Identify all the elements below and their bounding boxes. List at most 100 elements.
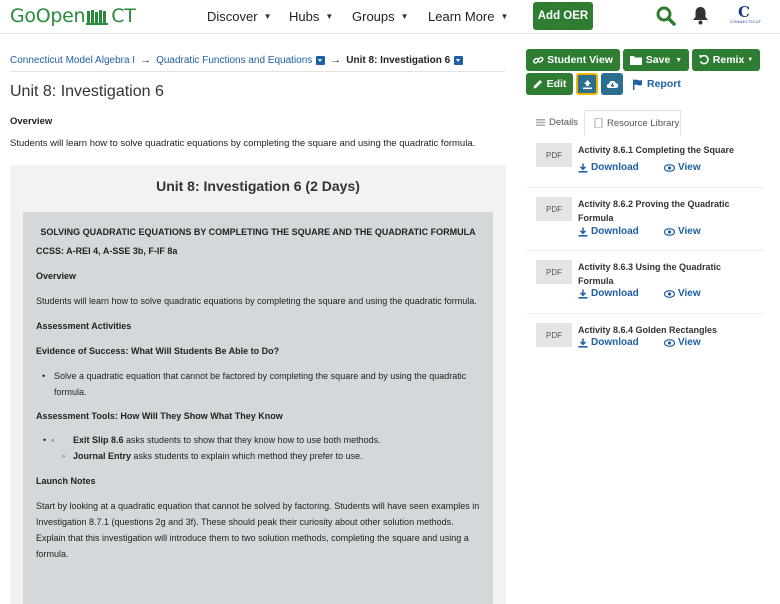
caret-down-icon: ▼	[747, 57, 754, 63]
resource-title[interactable]: Activity 8.6.1 Completing the Square	[578, 143, 758, 157]
edit-button[interactable]: Edit	[526, 73, 573, 95]
view-link[interactable]: View	[664, 337, 701, 348]
dropdown-toggle-icon[interactable]	[454, 55, 464, 65]
resource-title[interactable]: Activity 8.6.2 Proving the Quadratic For…	[578, 197, 758, 225]
download-link[interactable]: Download	[578, 337, 639, 348]
document-body: SOLVING QUADRATIC EQUATIONS BY COMPLETIN…	[23, 212, 493, 604]
view-label: View	[678, 288, 701, 299]
cloud-download-button[interactable]	[601, 73, 623, 95]
list-item: • ◦ Exit Slip 8.6 asks students to show …	[36, 432, 480, 448]
upload-icon	[582, 79, 592, 89]
save-button[interactable]: Save ▼	[623, 49, 689, 71]
view-label: View	[678, 337, 701, 348]
tool-item-bold: Exit Slip 8.6	[73, 435, 124, 445]
overview-text: Students will learn how to solve quadrat…	[10, 138, 476, 149]
download-label: Download	[591, 226, 639, 237]
logo-text-left: GoOpen	[10, 5, 86, 27]
download-link[interactable]: Download	[578, 288, 639, 299]
resource-item: PDF Activity 8.6.2 Proving the Quadratic…	[526, 188, 764, 250]
pdf-file-icon: PDF	[536, 143, 572, 167]
resource-title[interactable]: Activity 8.6.4 Golden Rectangles	[578, 323, 758, 337]
connecticut-logo[interactable]: C CONNECTICUT	[730, 3, 761, 29]
breadcrumb-link-unit[interactable]: Quadratic Functions and Equations	[156, 55, 312, 66]
student-view-button[interactable]: Student View	[526, 49, 620, 71]
page-title: Unit 8: Investigation 6	[10, 83, 164, 100]
nav-groups[interactable]: Groups ▼	[352, 9, 409, 24]
resource-item: PDF Activity 8.6.3 Using the Quadratic F…	[526, 251, 764, 313]
chevron-down-icon: ▼	[500, 12, 509, 21]
assessment-heading: Assessment Activities	[36, 321, 132, 331]
launch-text: Start by looking at a quadratic equation…	[36, 501, 480, 559]
chevron-down-icon: ▼	[400, 12, 409, 21]
overview-heading: Overview	[10, 116, 53, 127]
doc-overview-heading: Overview	[36, 271, 77, 281]
view-label: View	[678, 226, 701, 237]
goopenct-logo[interactable]: GoOpen CT	[10, 5, 136, 27]
nav-learn-more-label: Learn More	[428, 9, 495, 24]
download-label: Download	[591, 337, 639, 348]
evidence-item-text: Solve a quadratic equation that cannot b…	[54, 371, 467, 397]
download-label: Download	[591, 162, 639, 173]
report-label: Report	[647, 78, 681, 90]
breadcrumb-link-course[interactable]: Connecticut Model Algebra I	[10, 55, 135, 66]
tools-list: • ◦ Exit Slip 8.6 asks students to show …	[36, 432, 480, 464]
tool-item-exit-slip: Exit Slip 8.6 asks students to show that…	[73, 432, 381, 448]
chevron-down-icon: ▼	[263, 12, 272, 21]
tool-item-text: asks students to show that they know how…	[123, 435, 381, 445]
nav-discover-label: Discover	[207, 9, 258, 24]
pencil-icon	[533, 80, 542, 89]
ccss-line: CCSS: A-REI 4, A-SSE 3b, F-IF 8a	[36, 246, 178, 256]
dropdown-toggle-icon[interactable]	[316, 55, 326, 65]
tool-item-bold: Journal Entry	[73, 451, 132, 461]
nav-discover[interactable]: Discover ▼	[207, 9, 272, 24]
tab-details[interactable]: Details	[526, 110, 582, 134]
upload-button[interactable]	[576, 73, 598, 95]
undo-icon	[698, 55, 709, 65]
pdf-file-icon: PDF	[536, 197, 572, 221]
breadcrumb-current: Unit 8: Investigation 6	[346, 54, 451, 66]
resource-list: PDF Activity 8.6.1 Completing the Square…	[526, 134, 764, 363]
pdf-file-icon: PDF	[536, 323, 572, 347]
download-link[interactable]: Download	[578, 162, 639, 173]
launch-heading: Launch Notes	[36, 476, 96, 486]
download-link[interactable]: Download	[578, 226, 639, 237]
bell-icon[interactable]	[692, 6, 709, 28]
breadcrumb: Connecticut Model Algebra I → Quadratic …	[10, 54, 505, 66]
tab-resource-library[interactable]: Resource Library	[584, 110, 681, 135]
tab-details-label: Details	[549, 116, 579, 128]
resource-title[interactable]: Activity 8.6.3 Using the Quadratic Formu…	[578, 260, 758, 288]
evidence-heading: Evidence of Success: What Will Students …	[36, 346, 280, 356]
doc-overview-text: Students will learn how to solve quadrat…	[36, 296, 477, 306]
eye-icon	[664, 338, 675, 347]
top-navbar: GoOpen CT Discover ▼ Hubs ▼ Groups ▼ Learn …	[0, 0, 780, 34]
remix-button[interactable]: Remix ▼	[692, 49, 760, 71]
view-link[interactable]: View	[664, 226, 701, 237]
pdf-file-icon: PDF	[536, 260, 572, 284]
nav-groups-label: Groups	[352, 9, 395, 24]
nav-hubs-label: Hubs	[289, 9, 320, 24]
add-oer-button[interactable]: Add OER	[533, 2, 593, 30]
download-label: Download	[591, 288, 639, 299]
arrow-right-icon: →	[330, 54, 342, 66]
save-label: Save	[645, 54, 671, 66]
report-link[interactable]: Report	[632, 73, 682, 95]
download-icon	[578, 163, 588, 173]
cloud-icon	[606, 80, 618, 88]
chevron-down-icon: ▼	[325, 12, 334, 21]
remix-label: Remix	[712, 54, 745, 66]
nav-hubs[interactable]: Hubs ▼	[289, 9, 333, 24]
arrow-right-icon: →	[140, 54, 152, 66]
student-view-label: Student View	[547, 54, 613, 66]
download-icon	[578, 338, 588, 348]
download-icon	[578, 227, 588, 237]
logo-text-right: CT	[111, 5, 136, 27]
view-link[interactable]: View	[664, 288, 701, 299]
edit-label: Edit	[546, 78, 567, 90]
search-icon[interactable]	[656, 6, 676, 29]
nav-learn-more[interactable]: Learn More ▼	[428, 9, 508, 24]
link-icon	[533, 56, 544, 64]
view-link[interactable]: View	[664, 162, 701, 173]
tool-item-journal: Journal Entry asks students to explain w…	[73, 448, 363, 464]
flag-icon	[633, 79, 642, 90]
list-item: ◦ Journal Entry asks students to explain…	[36, 448, 480, 464]
